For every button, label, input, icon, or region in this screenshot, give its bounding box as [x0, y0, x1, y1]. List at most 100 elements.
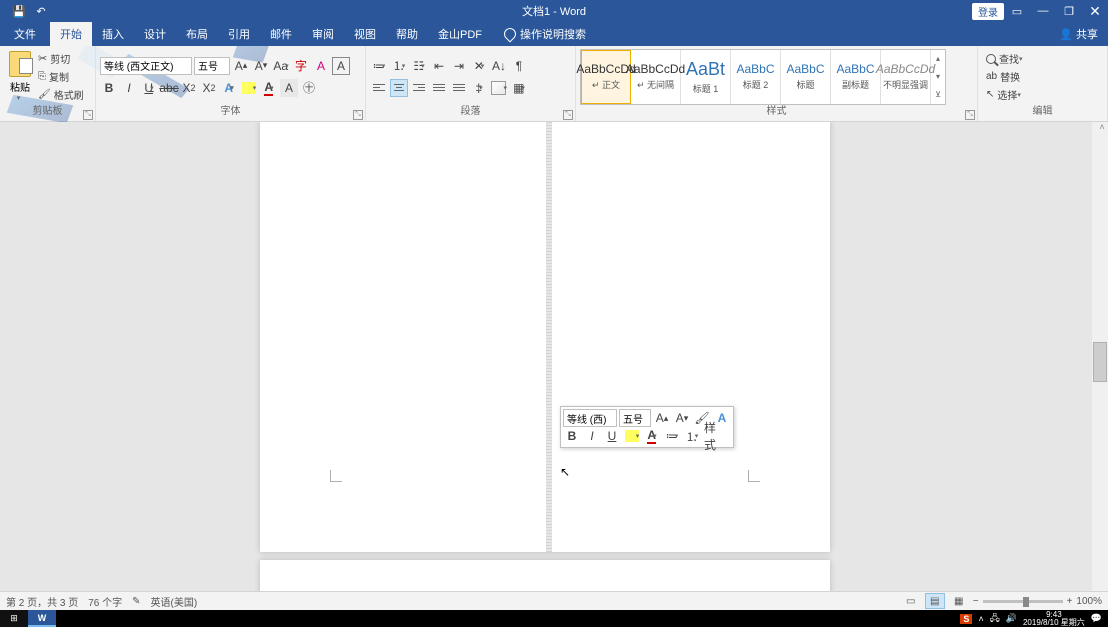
mini-italic-button[interactable]: I [583, 427, 601, 445]
save-icon[interactable]: 💾 [8, 0, 30, 22]
shrink-font-icon[interactable]: A▾ [252, 57, 270, 75]
styles-launcher[interactable]: ⤡ [965, 110, 975, 120]
mini-bold-button[interactable]: B [563, 427, 581, 445]
char-border-button[interactable]: ㊉ [300, 79, 318, 97]
style-item[interactable]: AaBbCcDd不明显强调 [881, 50, 931, 104]
tab-view[interactable]: 视图 [344, 22, 386, 46]
styles-gallery[interactable]: AaBbCcDd↵ 正文AaBbCcDd↵ 无间隔AaBt标题 1AaBbC标题… [580, 49, 946, 105]
cut-button[interactable]: ✂剪切 [38, 51, 84, 67]
align-left-button[interactable] [370, 79, 388, 97]
line-spacing-button[interactable]: ‡▾ [470, 79, 488, 97]
close-icon[interactable]: ✕ [1082, 0, 1108, 22]
styles-more-button[interactable]: ▴▾⊻ [931, 50, 945, 104]
mini-font-color-button[interactable]: A▾ [643, 427, 661, 445]
status-language[interactable]: 英语(美国) [151, 594, 198, 609]
superscript-button[interactable]: X2 [200, 79, 218, 97]
find-button[interactable]: 查找▾ [986, 51, 1023, 67]
tab-references[interactable]: 引用 [218, 22, 260, 46]
strike-button[interactable]: abc [160, 79, 178, 97]
view-print-button[interactable]: ▤ [925, 593, 945, 609]
shading-button[interactable]: ▾ [490, 79, 508, 97]
font-size-combo[interactable]: 五号 [194, 57, 230, 75]
mini-highlight-button[interactable]: ▾ [623, 427, 641, 445]
start-button[interactable]: ⊞ [0, 610, 28, 627]
view-read-button[interactable]: ▭ [901, 593, 921, 609]
mini-size-combo[interactable]: 五号 [619, 409, 651, 427]
share-button[interactable]: 👤 共享 [1059, 26, 1098, 42]
align-justify-button[interactable] [430, 79, 448, 97]
tray-volume-icon[interactable]: 🔊 [1006, 613, 1017, 624]
tray-network-icon[interactable]: 🖧 [990, 611, 1000, 627]
tab-home[interactable]: 开始 [50, 22, 92, 46]
style-item[interactable]: AaBbC副标题 [831, 50, 881, 104]
taskbar-word-button[interactable]: W [28, 610, 56, 627]
mini-style-button[interactable]: 样式 [703, 427, 721, 445]
zoom-in-button[interactable]: + [1067, 596, 1073, 607]
char-shading-button[interactable]: A [280, 79, 298, 97]
style-item[interactable]: AaBbCcDd↵ 无间隔 [631, 50, 681, 104]
subscript-button[interactable]: X2 [180, 79, 198, 97]
underline-button[interactable]: U▾ [140, 79, 158, 97]
enclose-char-icon[interactable]: A [332, 57, 350, 75]
ime-indicator[interactable]: S [960, 614, 972, 624]
highlight-button[interactable]: ▾ [240, 79, 258, 97]
tab-layout[interactable]: 布局 [176, 22, 218, 46]
change-case-icon[interactable]: Aa▾ [272, 57, 290, 75]
italic-button[interactable]: I [120, 79, 138, 97]
document-area[interactable]: 等线 (西) 五号 A▴ A▾ 🖌 A B I U ▾ A▾ ≔▾ ⒈▾ 样式 … [0, 122, 1108, 591]
font-color-button[interactable]: A▾ [260, 79, 278, 97]
text-effects-button[interactable]: A▾ [220, 79, 238, 97]
ribbon-options-icon[interactable]: ▭ [1004, 0, 1030, 22]
tray-notifications-icon[interactable]: 💬 [1091, 613, 1102, 624]
mini-bullets-button[interactable]: ≔▾ [663, 427, 681, 445]
undo-icon[interactable]: ↶ [30, 0, 52, 22]
tab-jinshan[interactable]: 金山PDF [428, 22, 492, 46]
asian-layout-button[interactable]: ✕▾ [470, 57, 488, 75]
tab-help[interactable]: 帮助 [386, 22, 428, 46]
style-item[interactable]: AaBbC标题 2 [731, 50, 781, 104]
grow-font-icon[interactable]: A▴ [232, 57, 250, 75]
style-item[interactable]: AaBbC标题 [781, 50, 831, 104]
mini-numbering-button[interactable]: ⒈▾ [683, 427, 701, 445]
format-painter-button[interactable]: 🖌格式刷 [38, 87, 84, 103]
font-name-combo[interactable]: 等线 (西文正文) [100, 57, 192, 75]
zoom-slider[interactable] [983, 600, 1063, 603]
style-item[interactable]: AaBt标题 1 [681, 50, 731, 104]
indent-decrease-button[interactable]: ⇤ [430, 57, 448, 75]
status-spellcheck-icon[interactable]: ✎ [132, 596, 140, 607]
paragraph-launcher[interactable]: ⤡ [563, 110, 573, 120]
font-launcher[interactable]: ⤡ [353, 110, 363, 120]
tab-file[interactable]: 文件 [0, 22, 50, 46]
numbering-button[interactable]: ⒈▾ [390, 57, 408, 75]
select-button[interactable]: ↖选择▾ [986, 87, 1023, 103]
collapse-ribbon-icon[interactable]: ˄ [1096, 122, 1108, 134]
vertical-scrollbar[interactable]: ˄ [1092, 122, 1108, 591]
clipboard-launcher[interactable]: ⤡ [83, 110, 93, 120]
phonetic-guide-icon[interactable]: 字 [292, 57, 310, 75]
mini-underline-button[interactable]: U [603, 427, 621, 445]
view-web-button[interactable]: ▦ [949, 593, 969, 609]
tab-mail[interactable]: 邮件 [260, 22, 302, 46]
zoom-out-button[interactable]: − [973, 596, 979, 607]
style-item[interactable]: AaBbCcDd↵ 正文 [581, 50, 631, 104]
tell-me-search[interactable]: 操作说明搜索 [504, 26, 586, 42]
tray-chevron-icon[interactable]: ˄ [978, 614, 983, 624]
minimize-icon[interactable]: — [1030, 0, 1056, 22]
show-marks-button[interactable]: ¶ [510, 57, 528, 75]
page-1[interactable] [260, 122, 830, 552]
scroll-thumb[interactable] [1093, 342, 1107, 382]
status-page[interactable]: 第 2 页，共 3 页 [6, 594, 78, 609]
borders-button[interactable]: ▦▾ [510, 79, 528, 97]
indent-increase-button[interactable]: ⇥ [450, 57, 468, 75]
align-right-button[interactable] [410, 79, 428, 97]
bullets-button[interactable]: ≔▾ [370, 57, 388, 75]
status-word-count[interactable]: 76 个字 [88, 594, 122, 609]
tab-insert[interactable]: 插入 [92, 22, 134, 46]
paste-button[interactable]: 粘贴 ▾ [4, 51, 36, 102]
clear-format-icon[interactable]: A [312, 57, 330, 75]
tab-review[interactable]: 审阅 [302, 22, 344, 46]
login-button[interactable]: 登录 [972, 3, 1004, 20]
sort-button[interactable]: A↓ [490, 57, 508, 75]
align-center-button[interactable] [390, 79, 408, 97]
tray-clock[interactable]: 9:43 2019/8/10 星期六 [1023, 611, 1085, 627]
